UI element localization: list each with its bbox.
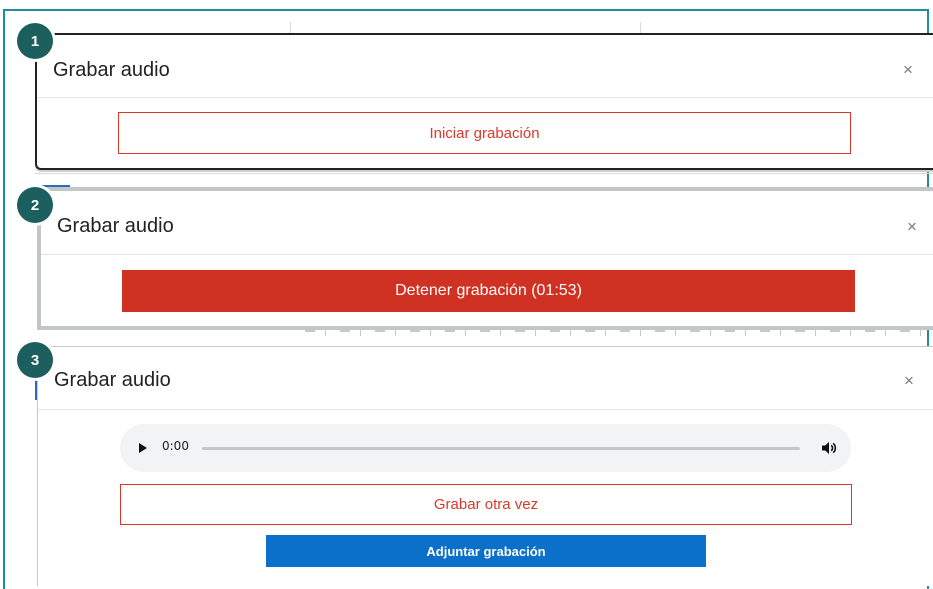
stop-recording-button[interactable]: Detener grabación (01:53): [122, 270, 855, 312]
dialog-header: Grabar audio ×: [38, 347, 933, 410]
close-icon[interactable]: ×: [903, 61, 913, 78]
dialog-header: Grabar audio ×: [37, 35, 933, 98]
audio-time: 0:00: [162, 439, 189, 453]
dialog-title: Grabar audio: [53, 59, 170, 81]
audio-player[interactable]: 0:00: [120, 424, 851, 472]
background-divider: [35, 173, 933, 174]
record-again-button[interactable]: Grabar otra vez: [120, 484, 852, 525]
close-icon[interactable]: ×: [907, 218, 917, 235]
play-icon[interactable]: [139, 443, 147, 453]
close-icon[interactable]: ×: [904, 372, 914, 389]
dialog-title: Grabar audio: [57, 215, 174, 237]
record-audio-dialog-initial: Grabar audio × Iniciar grabación: [35, 33, 933, 170]
step-badge-2: 2: [17, 187, 53, 223]
step-badge-1: 1: [17, 23, 53, 59]
attach-recording-button[interactable]: Adjuntar grabación: [266, 535, 706, 567]
record-audio-dialog-recorded: Grabar audio × 0:00 Grabar otra vez Adju…: [37, 346, 933, 586]
start-recording-button[interactable]: Iniciar grabación: [118, 112, 851, 154]
dialog-header: Grabar audio ×: [41, 191, 933, 255]
dialog-title: Grabar audio: [54, 369, 171, 391]
step-badge-3: 3: [17, 342, 53, 378]
volume-icon[interactable]: [820, 439, 838, 457]
audio-progress-bar[interactable]: [202, 447, 800, 450]
record-audio-dialog-recording: Grabar audio × Detener grabación (01:53): [37, 187, 933, 330]
